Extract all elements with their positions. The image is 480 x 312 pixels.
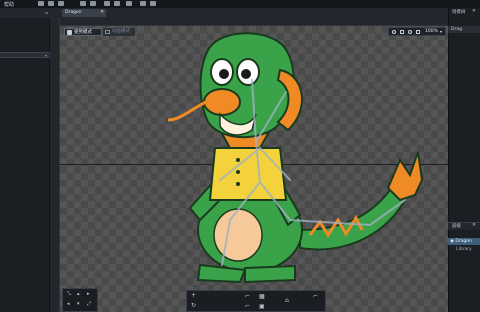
tail-flame [386,151,424,202]
layer-label: Library [456,247,472,252]
arrow-icon[interactable]: ▴ [77,291,80,297]
arrow-icon[interactable]: ⤢ [87,301,91,307]
save-icon[interactable] [58,1,64,6]
arrow-icon[interactable]: ▸ [87,291,90,297]
grid-icon[interactable]: ▦ [259,293,265,300]
chevron-down-icon: ▾ [44,53,47,58]
arrow-icon[interactable]: ◂ [67,301,70,307]
mesh-icon[interactable]: ▣ [259,303,265,310]
pose-mode-icon [67,30,72,35]
bone-icon[interactable]: ⌐ [245,293,250,300]
animation-mode-icon [105,30,110,34]
import-icon[interactable] [80,1,86,6]
bone-tools-toolbar: + ↻ ⌐ ▦ ⌐ ▣ ⌂ ⌐ [186,290,326,312]
tab-animation-mode[interactable]: 动画模式 [103,28,135,36]
menu-help[interactable]: 帮助 [4,1,14,8]
open-folder-icon[interactable] [48,1,54,6]
dragon-right-foot [244,264,296,284]
dragon-character[interactable] [160,30,430,292]
tab-arrow-icon[interactable]: ⇆ [45,10,48,15]
left-panel-dropdown[interactable]: ▾ [0,52,50,58]
dragon-whisker [167,100,207,122]
play-icon[interactable] [140,1,146,6]
bone-icon[interactable]: ⌐ [245,303,250,310]
layers-title: 层级 [452,224,461,229]
right-panel [448,8,480,312]
dragon-tail [299,188,407,251]
arrow-icon[interactable]: ▾ [77,301,80,307]
share-icon[interactable] [150,1,156,6]
export-icon[interactable] [90,1,96,6]
dragon-snout [203,88,241,116]
undo-icon[interactable] [104,1,110,6]
left-panel [0,18,50,312]
new-file-icon[interactable] [38,1,44,6]
dragon-belly [213,208,263,262]
redo-icon[interactable] [114,1,120,6]
navigator-widget: ⤡ ▴ ▸ ◂ ▾ ⤢ [62,288,98,312]
settings-icon[interactable] [126,1,132,6]
close-icon[interactable]: ✕ [472,9,476,14]
horizontal-ruler [60,18,448,26]
scene-tree-title: 场景树 [452,10,466,15]
chevron-down-icon[interactable]: ▾ [440,29,442,34]
scene-tree-item[interactable]: Drag [448,26,480,33]
weight-icon[interactable]: ⌂ [285,297,289,304]
tab-dragon[interactable]: Dragon ✕ [62,9,106,17]
add-icon[interactable]: + [191,292,196,299]
tab-title: Dragon [65,10,82,15]
layer-item-library[interactable]: Library [448,246,480,253]
tab-label: 动画模式 [112,29,130,34]
menubar: 帮助 [0,0,480,8]
close-icon[interactable]: ✕ [100,9,104,17]
close-icon[interactable]: ✕ [472,223,476,228]
move-icon[interactable]: ⤡ [67,291,71,297]
tab-label: 姿势模式 [74,30,92,35]
layer-item-dragon[interactable]: ◉ Dragon [448,238,480,245]
tab-pose-mode[interactable]: 姿势模式 [64,28,102,36]
bone-icon[interactable]: ⌐ [313,293,318,300]
layer-label: Dragon [455,239,472,244]
dragon-vest [208,147,288,201]
vertical-ruler [50,18,60,312]
rotate-icon[interactable]: ↻ [191,302,196,309]
